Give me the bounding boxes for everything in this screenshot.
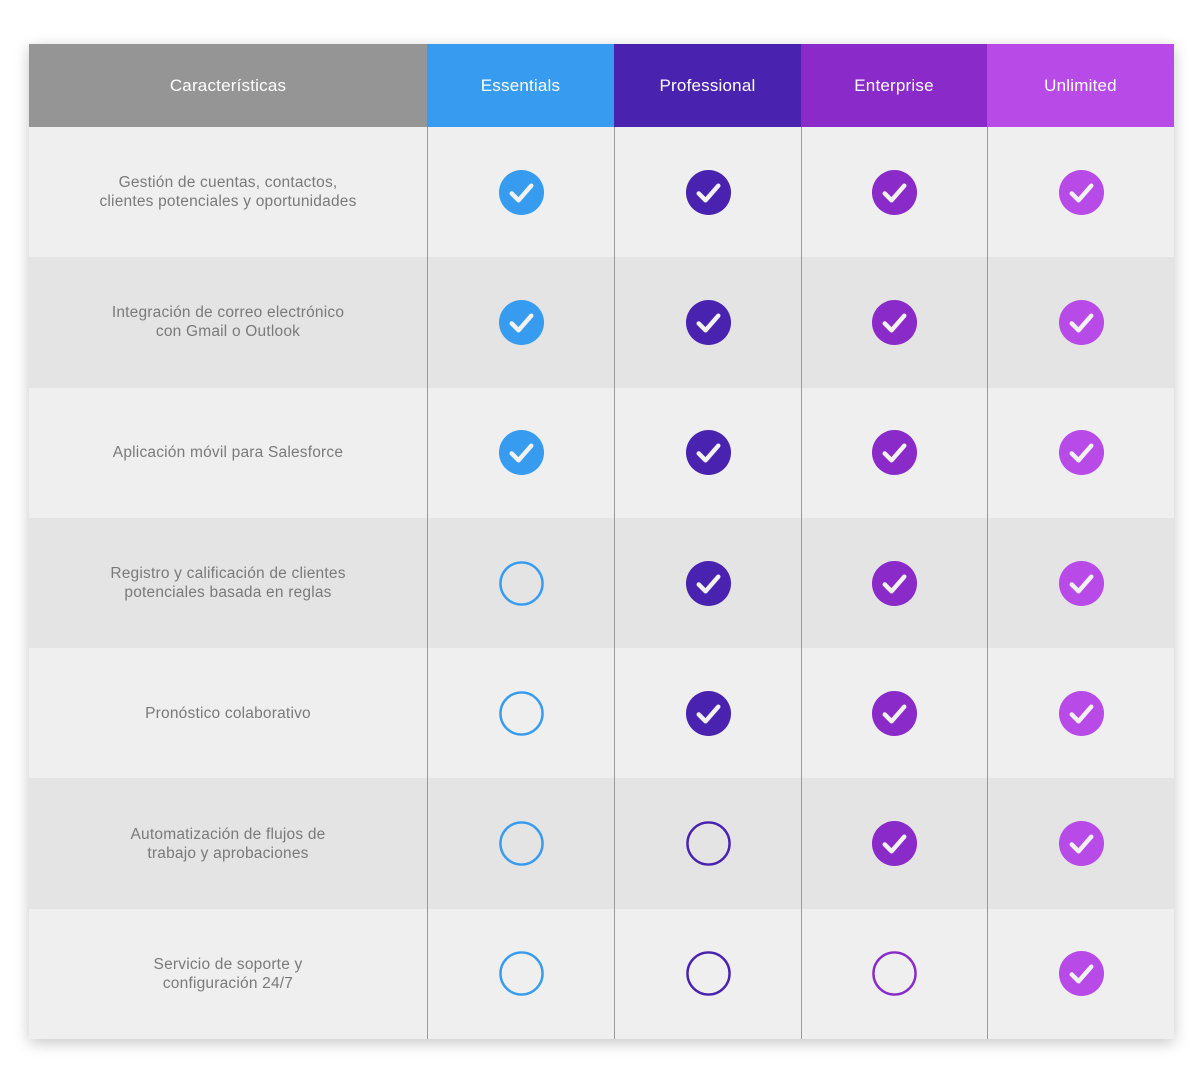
feature-label: Gestión de cuentas, contactos, clientes … [99, 174, 357, 211]
plan-cell-unlimited [987, 127, 1174, 258]
check-circle-icon [685, 299, 731, 345]
plan-cell-unlimited [987, 778, 1174, 909]
table-row: Aplicación móvil para Salesforce [29, 387, 1174, 518]
check-circle-icon [685, 690, 731, 736]
check-circle-icon [871, 690, 918, 736]
plan-cell-essentials [427, 387, 614, 518]
plan-cell-enterprise [801, 778, 987, 909]
check-circle-icon [1058, 299, 1104, 345]
plan-cell-professional [614, 517, 801, 649]
header-features: Características [29, 44, 427, 135]
check-circle-icon [871, 560, 918, 606]
plan-cell-professional [614, 257, 801, 388]
plan-cell-unlimited [987, 908, 1174, 1040]
plan-cell-essentials [427, 127, 614, 258]
table-row: Integración de correo electrónico con Gm… [29, 257, 1174, 388]
plan-cell-unlimited [987, 517, 1174, 649]
plan-cell-unlimited [987, 387, 1174, 518]
check-circle-icon [1058, 560, 1104, 606]
empty-circle-icon [498, 560, 544, 606]
check-circle-icon [871, 430, 918, 476]
plan-cell-enterprise [801, 257, 987, 388]
plan-name: Essentials [480, 75, 561, 95]
table-row: Servicio de soporte y configuración 24/7 [29, 908, 1174, 1040]
check-circle-icon [1058, 169, 1104, 215]
check-circle-icon [1058, 951, 1104, 997]
header-plan-unlimited: Unlimited [987, 44, 1174, 135]
plan-name: Unlimited [1044, 75, 1117, 95]
empty-circle-icon [685, 951, 731, 997]
plan-cell-enterprise [801, 387, 987, 518]
header-features-label: Características [169, 75, 287, 95]
table-body: Gestión de cuentas, contactos, clientes … [29, 127, 1174, 1040]
header-plan-essentials: Essentials [427, 44, 614, 135]
plan-cell-professional [614, 778, 801, 909]
table-header: Características Essentials Professional … [29, 44, 1174, 135]
plan-comparison-table: Características Essentials Professional … [29, 44, 1174, 1040]
plan-cell-professional [614, 908, 801, 1040]
feature-label: Registro y calificación de clientes pote… [110, 565, 346, 602]
feature-label: Pronóstico colaborativo [145, 704, 311, 722]
empty-circle-icon [498, 821, 544, 866]
header-plan-enterprise: Enterprise [801, 44, 987, 135]
plan-cell-unlimited [987, 257, 1174, 388]
plan-cell-enterprise [801, 517, 987, 649]
check-circle-icon [871, 169, 918, 215]
empty-circle-icon [685, 821, 731, 866]
table-row: Registro y calificación de clientes pote… [29, 517, 1174, 649]
check-circle-icon [1058, 821, 1104, 867]
plan-cell-enterprise [801, 908, 987, 1040]
empty-circle-icon [872, 951, 917, 997]
check-circle-icon [685, 169, 731, 215]
plan-cell-professional [614, 127, 801, 258]
check-circle-icon [498, 430, 544, 476]
empty-circle-icon [498, 951, 544, 997]
check-circle-icon [871, 299, 918, 345]
plan-cell-essentials [427, 517, 614, 649]
plan-cell-enterprise [801, 127, 987, 258]
feature-label: Integración de correo electrónico con Gm… [111, 304, 345, 341]
check-circle-icon [685, 560, 731, 606]
check-circle-icon [498, 299, 544, 345]
header-plan-professional: Professional [614, 44, 801, 135]
plan-name: Enterprise [854, 75, 934, 95]
feature-label: Automatización de flujos de trabajo y ap… [130, 825, 326, 862]
check-circle-icon [685, 430, 731, 476]
check-circle-icon [871, 821, 918, 867]
empty-circle-icon [498, 691, 544, 736]
plan-cell-essentials [427, 908, 614, 1040]
check-circle-icon [1058, 430, 1104, 476]
table-row: Gestión de cuentas, contactos, clientes … [29, 127, 1174, 258]
table-row: Automatización de flujos de trabajo y ap… [29, 778, 1174, 909]
plan-cell-professional [614, 648, 801, 779]
plan-cell-essentials [427, 648, 614, 779]
plan-cell-unlimited [987, 648, 1174, 779]
table-row: Pronóstico colaborativo [29, 648, 1174, 779]
plan-cell-essentials [427, 778, 614, 909]
plan-cell-professional [614, 387, 801, 518]
plan-name: Professional [659, 75, 756, 95]
plan-cell-enterprise [801, 648, 987, 779]
check-circle-icon [1058, 690, 1104, 736]
feature-label: Servicio de soporte y configuración 24/7 [153, 955, 303, 992]
plan-cell-essentials [427, 257, 614, 388]
feature-label: Aplicación móvil para Salesforce [112, 444, 344, 462]
check-circle-icon [498, 169, 544, 215]
